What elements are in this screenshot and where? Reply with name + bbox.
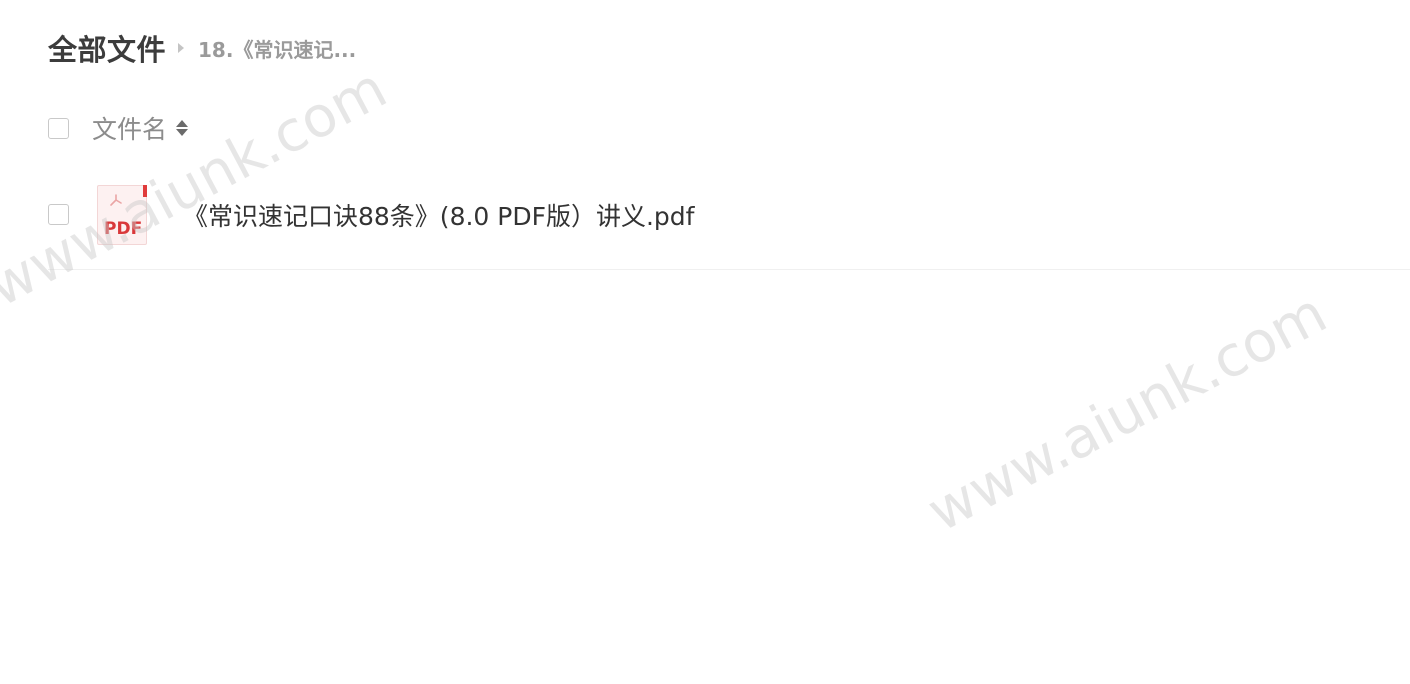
table-row[interactable]: PDF 《常识速记口诀88条》(8.0 PDF版）讲义.pdf — [48, 170, 1410, 270]
pdf-file-icon: PDF — [97, 184, 147, 245]
column-header-label: 文件名 — [92, 115, 168, 144]
select-all-checkbox[interactable] — [48, 117, 69, 139]
watermark: www.aiunk.com — [917, 280, 1338, 545]
column-header-filename[interactable]: 文件名 — [92, 110, 189, 146]
pdf-icon-label: PDF — [104, 218, 143, 239]
breadcrumb: 全部文件 18.《常识速记... — [48, 28, 356, 68]
breadcrumb-current: 18.《常识速记... — [198, 37, 357, 62]
table-header: 文件名 — [48, 108, 1410, 148]
file-name-link[interactable]: 《常识速记口诀88条》(8.0 PDF版）讲义.pdf — [183, 197, 694, 233]
sort-icon[interactable] — [176, 120, 189, 136]
breadcrumb-root[interactable]: 全部文件 — [48, 27, 166, 69]
breadcrumb-separator-icon — [178, 43, 185, 53]
row-checkbox[interactable] — [48, 204, 69, 225]
file-browser-page: 全部文件 18.《常识速记... 文件名 PDF 《常识速记口诀88条》(8.0… — [0, 0, 1410, 684]
